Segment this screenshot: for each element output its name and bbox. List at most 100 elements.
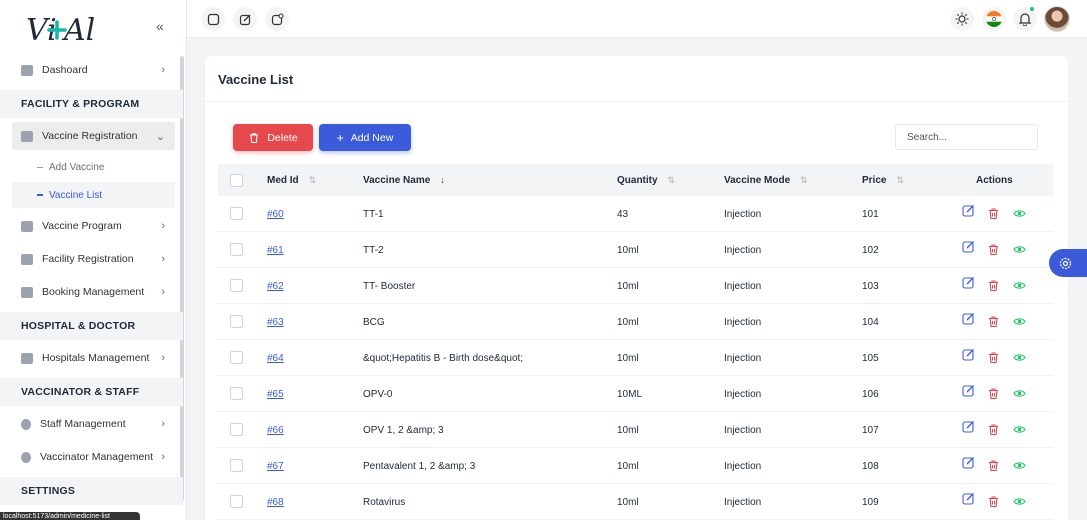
vital-logo[interactable]: Vi Al: [26, 8, 106, 48]
settings-float-button[interactable]: [1049, 249, 1087, 277]
column-header-vaccine-mode[interactable]: Vaccine Mode ⇅: [724, 164, 808, 196]
cell-price: 102: [862, 244, 879, 256]
edit-icon[interactable]: [962, 204, 975, 217]
edit-note-icon: [21, 220, 33, 232]
cell-med-id[interactable]: #63: [267, 304, 284, 340]
delete-icon[interactable]: [987, 243, 1000, 256]
row-checkbox[interactable]: [230, 243, 243, 256]
column-header-quantity[interactable]: Quantity ⇅: [617, 164, 675, 196]
sidebar-item-facility-registration[interactable]: Facility Registration ›: [12, 245, 175, 273]
sidebar-item-dashboard[interactable]: Dashoard ›: [12, 56, 175, 84]
med-id-link[interactable]: #61: [267, 245, 284, 256]
edit-icon[interactable]: [962, 240, 975, 253]
view-eye-icon[interactable]: [1013, 423, 1026, 436]
view-eye-icon[interactable]: [1013, 351, 1026, 364]
select-all-checkbox[interactable]: [230, 174, 243, 187]
language-button[interactable]: [982, 7, 1006, 31]
row-checkbox[interactable]: [230, 423, 243, 436]
row-checkbox[interactable]: [230, 459, 243, 472]
cell-vaccine-name: TT- Booster: [363, 280, 416, 292]
row-checkbox[interactable]: [230, 495, 243, 508]
delete-icon[interactable]: [987, 207, 1000, 220]
column-header-price[interactable]: Price ⇅: [862, 164, 904, 196]
view-eye-icon[interactable]: [1013, 207, 1026, 220]
med-id-link[interactable]: #68: [267, 497, 284, 508]
edit-icon[interactable]: [962, 420, 975, 433]
view-eye-icon[interactable]: [1013, 459, 1026, 472]
sidebar-item-hospitals-management[interactable]: Hospitals Management ›: [12, 344, 175, 372]
edit-icon[interactable]: [962, 492, 975, 505]
cell-vaccine-name: &quot;Hepatitis B - Birth dose&quot;: [363, 352, 524, 364]
sidebar-item-vaccine-registration[interactable]: Vaccine Registration ⌄: [12, 122, 175, 150]
med-id-link[interactable]: #67: [267, 461, 284, 472]
row-checkbox[interactable]: [230, 279, 243, 292]
view-eye-icon[interactable]: [1013, 315, 1026, 328]
edit-icon[interactable]: [962, 276, 975, 289]
edit-icon[interactable]: [962, 348, 975, 361]
edit-button[interactable]: [233, 7, 257, 31]
edit-icon[interactable]: [962, 312, 975, 325]
user-avatar[interactable]: [1044, 6, 1070, 32]
edit-note-icon: [21, 352, 33, 364]
cell-med-id[interactable]: #60: [267, 196, 284, 232]
india-flag-icon: [986, 11, 1002, 27]
cell-price: 101: [862, 208, 879, 220]
row-checkbox[interactable]: [230, 315, 243, 328]
edit-icon[interactable]: [962, 384, 975, 397]
cell-med-id[interactable]: #64: [267, 340, 284, 376]
delete-icon[interactable]: [987, 351, 1000, 364]
med-id-link[interactable]: #63: [267, 317, 284, 328]
sidebar-item-booking-management[interactable]: Booking Management ›: [12, 278, 175, 306]
med-id-link[interactable]: #60: [267, 209, 284, 220]
search-input[interactable]: [895, 124, 1038, 150]
row-checkbox[interactable]: [230, 351, 243, 364]
cell-med-id[interactable]: #62: [267, 268, 284, 304]
sidebar-subitem-add-vaccine[interactable]: Add Vaccine: [12, 154, 175, 180]
cell-quantity: 10ml: [617, 424, 639, 436]
view-eye-icon[interactable]: [1013, 279, 1026, 292]
row-checkbox[interactable]: [230, 387, 243, 400]
column-header-label: Actions: [976, 174, 1013, 186]
view-eye-icon[interactable]: [1013, 495, 1026, 508]
delete-icon[interactable]: [987, 459, 1000, 472]
delete-icon[interactable]: [987, 315, 1000, 328]
sidebar-item-vaccinator-management[interactable]: Vaccinator Management ›: [12, 443, 175, 471]
med-id-link[interactable]: #65: [267, 389, 284, 400]
column-header-vaccine-name[interactable]: Vaccine Name ↓: [363, 164, 445, 196]
delete-icon[interactable]: [987, 423, 1000, 436]
sidebar-item-staff-management[interactable]: Staff Management ›: [12, 410, 175, 438]
cell-vaccine-name: Rotavirus: [363, 496, 406, 508]
med-id-link[interactable]: #66: [267, 425, 284, 436]
cell-vaccine-mode: Injection: [724, 244, 762, 256]
delete-icon[interactable]: [987, 495, 1000, 508]
cell-price: 105: [862, 352, 879, 364]
edit-icon[interactable]: [962, 456, 975, 469]
sidebar-subitem-vaccine-list[interactable]: Vaccine List: [12, 182, 175, 208]
sidebar-item-vaccine-program[interactable]: Vaccine Program ›: [12, 212, 175, 240]
notes-button[interactable]: [265, 7, 289, 31]
cell-med-id[interactable]: #67: [267, 448, 284, 484]
delete-icon[interactable]: [987, 279, 1000, 292]
users-icon: [21, 418, 31, 430]
row-checkbox[interactable]: [230, 207, 243, 220]
med-id-link[interactable]: #64: [267, 353, 284, 364]
collapse-sidebar-button[interactable]: «: [156, 18, 164, 34]
theme-toggle-button[interactable]: [950, 7, 974, 31]
column-header-med-id[interactable]: Med Id ⇅: [267, 164, 316, 196]
cell-med-id[interactable]: #66: [267, 412, 284, 448]
delete-button[interactable]: Delete: [233, 124, 313, 151]
topbar: [187, 0, 1087, 38]
cell-med-id[interactable]: #65: [267, 376, 284, 412]
notifications-button[interactable]: [1013, 6, 1037, 31]
view-eye-icon[interactable]: [1013, 387, 1026, 400]
sort-icon: ⇅: [896, 174, 905, 185]
sidebar-scrollbar[interactable]: [180, 56, 184, 501]
delete-icon[interactable]: [987, 387, 1000, 400]
med-id-link[interactable]: #62: [267, 281, 284, 292]
layout-toggle-button[interactable]: [201, 7, 225, 31]
cell-med-id[interactable]: #68: [267, 484, 284, 520]
view-eye-icon[interactable]: [1013, 243, 1026, 256]
cell-med-id[interactable]: #61: [267, 232, 284, 268]
add-new-button[interactable]: + Add New: [319, 124, 411, 151]
cell-vaccine-name: OPV-0: [363, 388, 393, 400]
